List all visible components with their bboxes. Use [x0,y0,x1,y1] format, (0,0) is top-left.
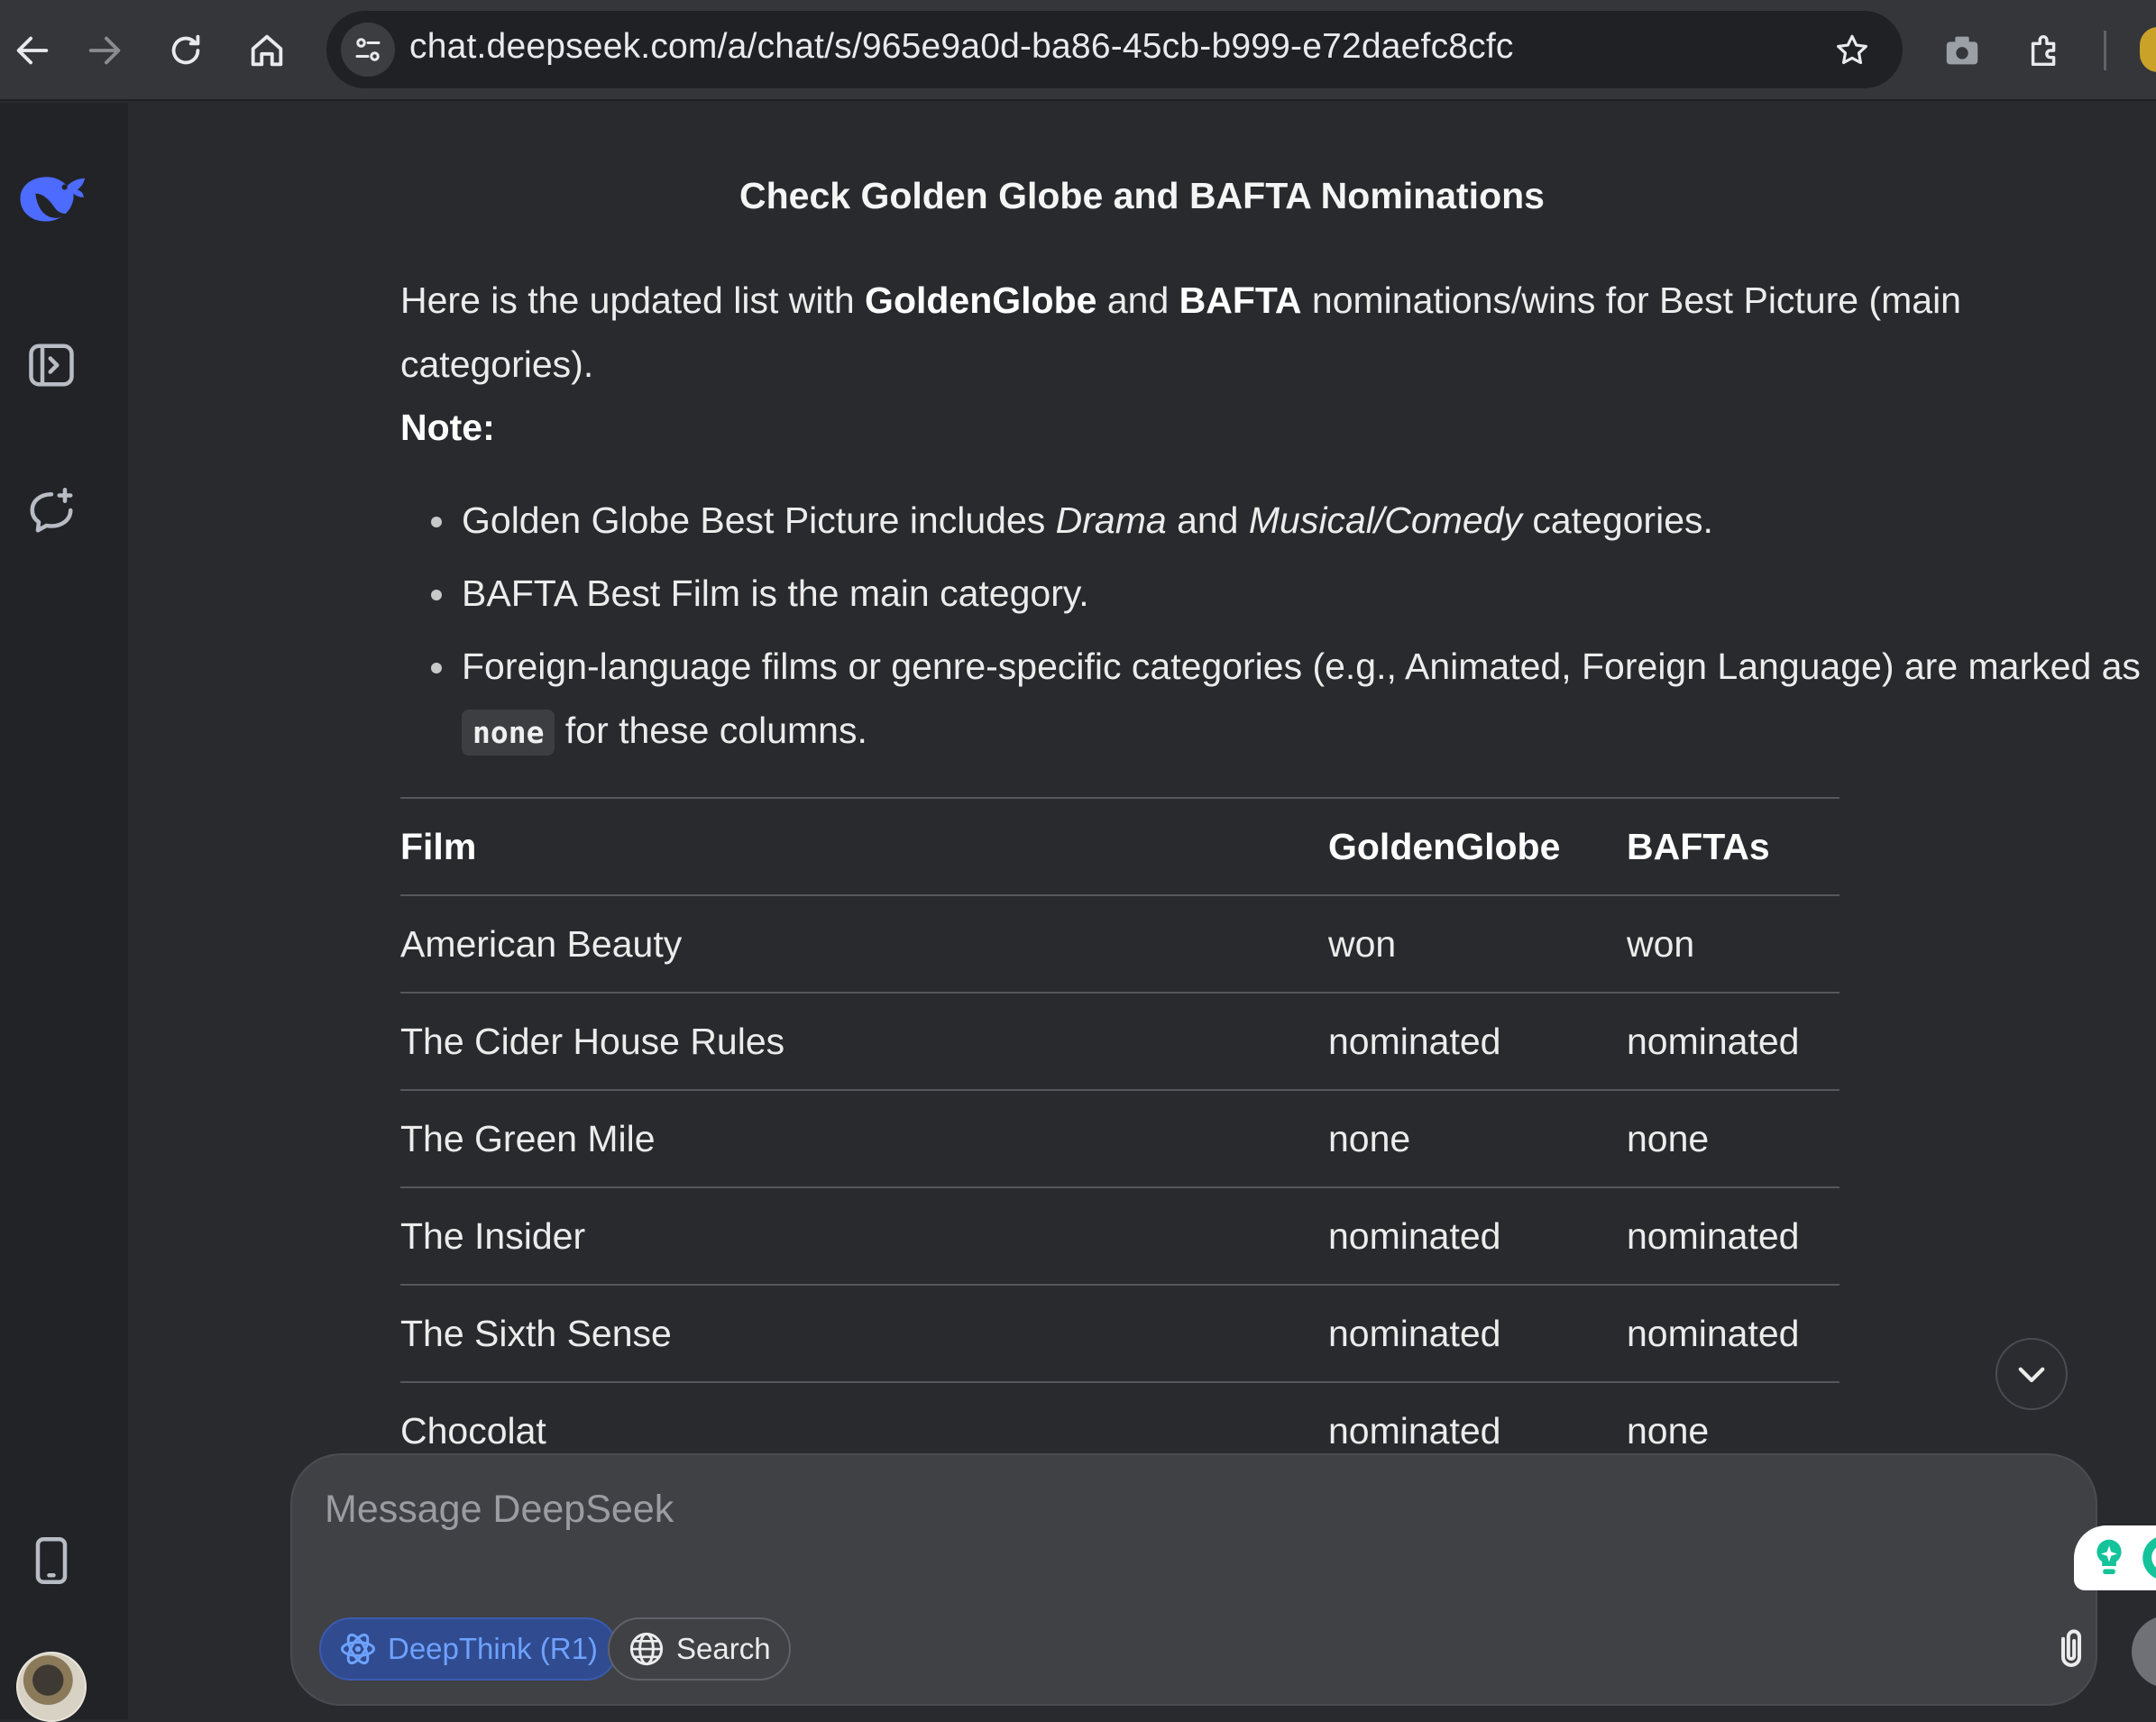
globe-icon [629,1632,664,1666]
column-header-film: Film [400,797,1328,895]
cell-baftas: won [1627,894,1839,993]
table-header-row: Film GoldenGlobe BAFTAs [400,797,1839,895]
assistant-message: Here is the updated list with GoldenGlob… [400,269,2150,774]
new-chat-button[interactable] [20,480,83,543]
deepthink-toggle[interactable]: DeepThink (R1) [319,1617,618,1681]
list-item: BAFTA Best Film is the main category. [400,562,2150,626]
new-chat-icon [30,488,73,533]
back-button[interactable] [0,18,65,83]
cell-film: The Insider [400,1186,1328,1285]
intro-bold-goldenglobe: GoldenGlobe [865,279,1097,321]
bookmark-button[interactable] [1827,25,1877,76]
camera-icon [1946,36,1978,65]
bullet-italic-drama: Drama [1055,499,1167,541]
intro-bold-bafta: BAFTA [1179,279,1302,321]
cell-baftas: nominated [1627,1284,1839,1382]
deepthink-label: DeepThink (R1) [388,1632,598,1665]
cell-film: The Cider House Rules [400,992,1328,1090]
bullet-italic-musical: Musical/Comedy [1248,499,1522,541]
scroll-to-bottom-button[interactable] [1995,1338,2068,1410]
cell-film: The Sixth Sense [400,1284,1328,1382]
intro-paragraph: Here is the updated list with GoldenGlob… [400,269,2150,397]
profile-button[interactable] [2140,27,2156,72]
list-item: Golden Globe Best Picture includes Drama… [400,489,2150,553]
table-row: American Beauty won won [400,894,1839,993]
note-list: Golden Globe Best Picture includes Drama… [400,489,2150,765]
bullet-text: for these columns. [555,710,867,751]
bullet-text: and [1166,499,1249,541]
chat-title: Check Golden Globe and BAFTA Nominations [739,175,1545,216]
arrow-up-icon [2155,1649,2156,1652]
paperclip-icon [2060,1629,2082,1668]
address-bar[interactable]: chat.deepseek.com/a/chat/s/965e9a0d-ba86… [326,11,1903,88]
message-composer: DeepThink (R1) Search [290,1453,2156,1706]
arrow-left-icon [16,36,49,65]
column-header-baftas: BAFTAs [1627,797,1839,895]
cell-baftas: none [1627,1089,1839,1187]
atom-icon [341,1633,375,1665]
cell-baftas: nominated [1627,1186,1839,1285]
attach-file-button[interactable] [2041,1619,2101,1679]
toolbar-divider [2104,31,2106,70]
deepseek-logo[interactable] [13,160,94,242]
bullet-text: Golden Globe Best Picture includes [462,499,1056,541]
list-item: Foreign-language films or genre-specific… [400,635,2150,765]
awards-table: Film GoldenGlobe BAFTAs American Beauty … [400,797,1839,1479]
get-app-button[interactable] [20,1529,83,1592]
table-row: The Green Mile none none [400,1089,1839,1187]
extensions-button[interactable] [2016,22,2074,79]
inline-code: none [462,710,555,756]
send-button[interactable] [2132,1616,2156,1688]
bullet-text: categories. [1521,499,1713,541]
browser-toolbar: chat.deepseek.com/a/chat/s/965e9a0d-ba86… [0,0,2156,101]
table-row: The Sixth Sense nominated nominated [400,1284,1839,1382]
bullet-text: BAFTA Best Film is the main category. [462,572,1089,614]
cell-film: American Beauty [400,894,1328,993]
cell-goldenglobe: nominated [1328,992,1627,1090]
deepseek-logo-icon [20,177,86,222]
grammarly-widget[interactable] [2074,1525,2156,1590]
reload-button[interactable] [153,18,218,83]
cell-film: The Green Mile [400,1089,1328,1187]
avatar[interactable] [16,1652,87,1722]
search-toggle[interactable]: Search [608,1617,791,1681]
lightbulb-icon [2096,1539,2122,1574]
site-info-button[interactable] [341,23,395,77]
bullet-text: Foreign-language films or genre-specific… [462,646,2141,687]
chevron-down-icon [2018,1367,2045,1383]
home-icon [251,34,283,67]
cell-goldenglobe: nominated [1328,1284,1627,1382]
cell-goldenglobe: won [1328,894,1627,993]
search-label: Search [676,1632,771,1665]
arrow-right-icon [88,36,121,65]
intro-text: Here is the updated list with [400,279,866,321]
message-input[interactable] [325,1482,1858,1536]
chat-main: Check Golden Globe and BAFTA Nominations… [128,103,2156,1719]
cell-baftas: nominated [1627,992,1839,1090]
intro-and: and [1096,279,1179,321]
table-row: The Insider nominated nominated [400,1186,1839,1285]
reload-icon [171,34,200,65]
puzzle-icon [2031,34,2056,67]
screenshot-extension-button[interactable] [1933,22,1991,79]
sidebar [0,103,128,1722]
table-row: The Cider House Rules nominated nominate… [400,992,1839,1090]
home-button[interactable] [234,18,299,83]
star-icon [1837,34,1867,65]
note-label: Note: [400,407,495,448]
url-text[interactable]: chat.deepseek.com/a/chat/s/965e9a0d-ba86… [409,27,1514,67]
mobile-app-icon [35,1537,68,1584]
cell-goldenglobe: nominated [1328,1186,1627,1285]
toggle-sidebar-button[interactable] [20,334,83,397]
grammarly-icon [2142,1537,2156,1579]
tune-icon [355,38,381,61]
column-header-goldenglobe: GoldenGlobe [1328,797,1627,895]
open-sidebar-icon [29,343,74,387]
cell-goldenglobe: none [1328,1089,1627,1187]
forward-button[interactable] [72,18,137,83]
